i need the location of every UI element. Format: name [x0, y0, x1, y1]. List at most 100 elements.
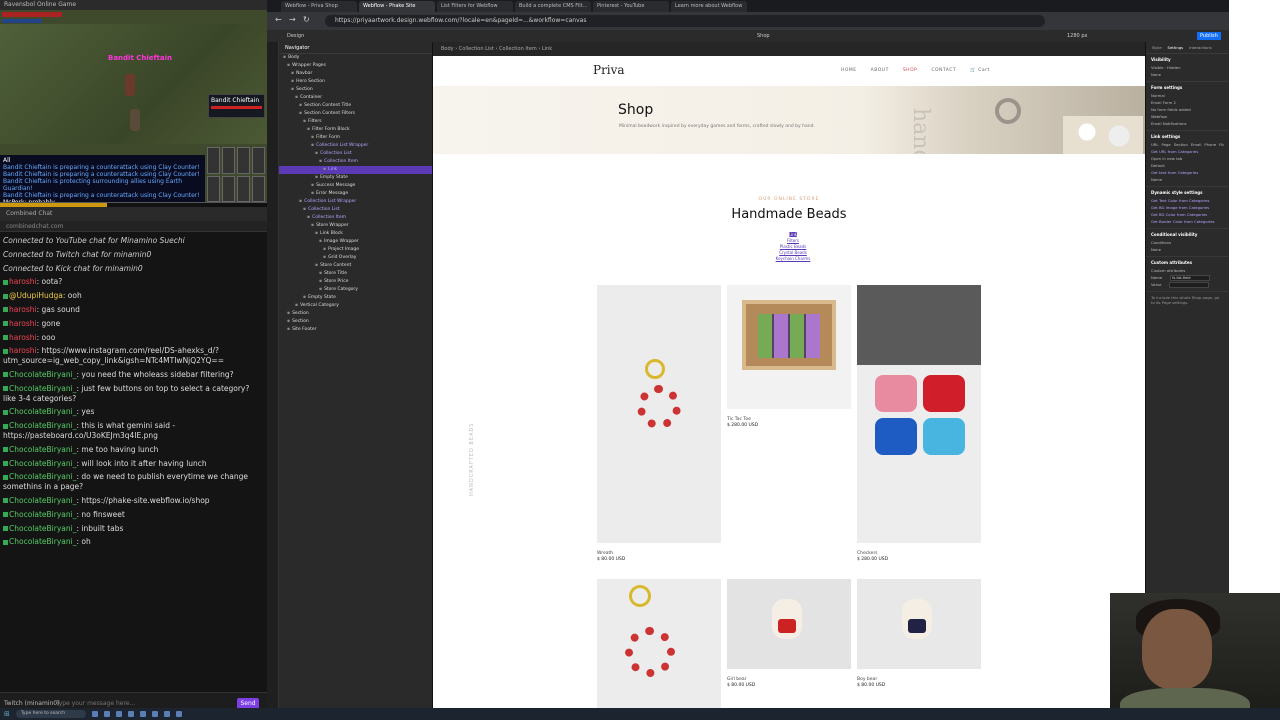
- preload-select[interactable]: Default: [1151, 162, 1224, 169]
- taskbar-app-icon[interactable]: [139, 711, 146, 717]
- dynamic-item[interactable]: Get BG Image from Categories: [1151, 204, 1224, 211]
- dynamic-item[interactable]: Get BG Color from Categories: [1151, 211, 1224, 218]
- navigator-node[interactable]: Link: [279, 166, 432, 174]
- navigator-node[interactable]: Image Wrapper: [279, 238, 432, 246]
- product-image[interactable]: [597, 579, 721, 708]
- navigator-node[interactable]: Success Message: [279, 182, 432, 190]
- chat-username[interactable]: ChocolateBiryani_: [9, 407, 76, 416]
- page-selector[interactable]: Shop: [757, 30, 770, 42]
- skill-slot[interactable]: [222, 175, 235, 202]
- skill-slot[interactable]: [207, 175, 220, 202]
- url-field[interactable]: https://priyaartwork.design.webflow.com/…: [325, 15, 1045, 27]
- taskbar-app-icon[interactable]: [151, 711, 158, 717]
- link-type-tab[interactable]: Phone: [1204, 142, 1216, 147]
- taskbar-search[interactable]: Type here to search: [15, 710, 86, 718]
- navigator-node[interactable]: Store Wrapper: [279, 222, 432, 230]
- navigator-node[interactable]: Collection List: [279, 206, 432, 214]
- link-type-tab[interactable]: File: [1219, 142, 1224, 147]
- skill-bar[interactable]: [207, 147, 265, 202]
- chat-tab[interactable]: Combined Chat: [0, 207, 267, 221]
- chat-username[interactable]: ChocolateBiryani_: [9, 496, 76, 505]
- link-newtab[interactable]: Open in new tab: [1151, 155, 1224, 162]
- tab-interactions[interactable]: Interactions: [1189, 42, 1212, 53]
- chat-username[interactable]: ChocolateBiryani_: [9, 445, 76, 454]
- form-name[interactable]: Email Form 2: [1151, 99, 1224, 106]
- navigator-node[interactable]: Navbar: [279, 70, 432, 78]
- log-tab-all[interactable]: All: [3, 157, 202, 164]
- skill-slot[interactable]: [222, 147, 235, 174]
- form-state[interactable]: Normal: [1151, 92, 1224, 99]
- navigator-node[interactable]: Collection Item: [279, 158, 432, 166]
- chat-username[interactable]: ChocolateBiryani_: [9, 524, 76, 533]
- element-breadcrumbs[interactable]: Body › Collection List › Collection Item…: [433, 42, 1145, 56]
- skill-slot[interactable]: [207, 147, 220, 174]
- navigator-node[interactable]: Empty State: [279, 294, 432, 302]
- navigator-node[interactable]: Section Content Title: [279, 102, 432, 110]
- navigator-node[interactable]: Collection List Wrapper: [279, 198, 432, 206]
- navigator-node[interactable]: Collection List: [279, 150, 432, 158]
- npc-character[interactable]: [130, 109, 140, 131]
- product-card[interactable]: Boy bear $ 80.00 USD: [857, 579, 981, 688]
- navigator-node[interactable]: Collection Item: [279, 214, 432, 222]
- navigator-node[interactable]: Collection List Wrapper: [279, 142, 432, 150]
- reload-icon[interactable]: ↻: [303, 15, 310, 24]
- chat-input[interactable]: Type your message here...: [56, 700, 135, 707]
- tab-style[interactable]: Style: [1152, 42, 1162, 53]
- product-name[interactable]: Tic Tac Toe: [727, 417, 851, 422]
- windows-start-icon[interactable]: ⊞: [4, 710, 10, 718]
- visibility-visible[interactable]: Visible: [1151, 65, 1163, 70]
- back-icon[interactable]: ←: [275, 15, 282, 24]
- product-name[interactable]: Checkers: [857, 551, 981, 556]
- product-image[interactable]: [857, 285, 981, 543]
- skill-slot[interactable]: [237, 175, 250, 202]
- navigator-node[interactable]: Filter Form: [279, 134, 432, 142]
- taskbar-app-icon[interactable]: [127, 711, 134, 717]
- link-text-value[interactable]: Name: [1151, 176, 1224, 183]
- chat-username[interactable]: ChocolateBiryani_: [9, 421, 76, 430]
- skill-slot[interactable]: [252, 147, 265, 174]
- visibility-hidden[interactable]: Hidden: [1167, 65, 1180, 70]
- product-card[interactable]: [597, 579, 721, 708]
- forward-icon[interactable]: →: [289, 15, 296, 24]
- navigator-node[interactable]: Filters: [279, 118, 432, 126]
- chat-username[interactable]: @UdupiHudga: [9, 291, 63, 300]
- browser-tab[interactable]: Build a complete CMS Filt...: [515, 1, 591, 12]
- taskbar-app-icon[interactable]: [115, 711, 122, 717]
- product-image[interactable]: [727, 579, 851, 669]
- link-type-tab[interactable]: Email: [1191, 142, 1202, 147]
- browser-tab[interactable]: Pinterest - YouTube: [593, 1, 669, 12]
- product-image[interactable]: [857, 579, 981, 669]
- chat-username[interactable]: ChocolateBiryani_: [9, 370, 76, 379]
- link-type-tab[interactable]: Page: [1162, 142, 1171, 147]
- navigator-node[interactable]: Store Title: [279, 270, 432, 278]
- navigator-node[interactable]: Hero Section: [279, 78, 432, 86]
- browser-tab[interactable]: Webflow - Priva Shop: [281, 1, 357, 12]
- browser-tab[interactable]: Webflow - Phake Site: [359, 1, 435, 12]
- browser-tab[interactable]: Learn more about Webflow: [671, 1, 747, 12]
- navigator-node[interactable]: Store Content: [279, 262, 432, 270]
- chat-username[interactable]: ChocolateBiryani_: [9, 459, 76, 468]
- navigator-node[interactable]: Empty State: [279, 174, 432, 182]
- navigator-node[interactable]: Filter Form Block: [279, 126, 432, 134]
- chat-username[interactable]: haroshi: [9, 319, 37, 328]
- taskbar-app-icon[interactable]: [163, 711, 170, 717]
- taskbar-app-icon[interactable]: [175, 711, 182, 717]
- product-name[interactable]: Wreath: [597, 551, 721, 556]
- chat-username[interactable]: haroshi: [9, 333, 37, 342]
- chat-username[interactable]: ChocolateBiryani_: [9, 510, 76, 519]
- navigator-node[interactable]: Section Content Filters: [279, 110, 432, 118]
- navigator-node[interactable]: Section: [279, 310, 432, 318]
- product-card[interactable]: Wreath $ 80.00 USD: [597, 285, 721, 562]
- menu-contact[interactable]: CONTACT: [931, 68, 956, 73]
- product-card[interactable]: Girl bear $ 80.00 USD: [727, 579, 851, 688]
- chat-username[interactable]: ChocolateBiryani_: [9, 472, 76, 481]
- navigator-node[interactable]: Error Message: [279, 190, 432, 198]
- skill-slot[interactable]: [252, 175, 265, 202]
- menu-shop[interactable]: SHOP: [903, 68, 918, 73]
- game-field[interactable]: Bandit Chieftain: [0, 24, 267, 144]
- navigator-node[interactable]: Project Image: [279, 246, 432, 254]
- attr-value-input[interactable]: [1169, 282, 1210, 288]
- product-card[interactable]: Tic Tac Toe $ 280.00 USD: [727, 285, 851, 428]
- skill-slot[interactable]: [237, 147, 250, 174]
- player-character[interactable]: [125, 74, 135, 96]
